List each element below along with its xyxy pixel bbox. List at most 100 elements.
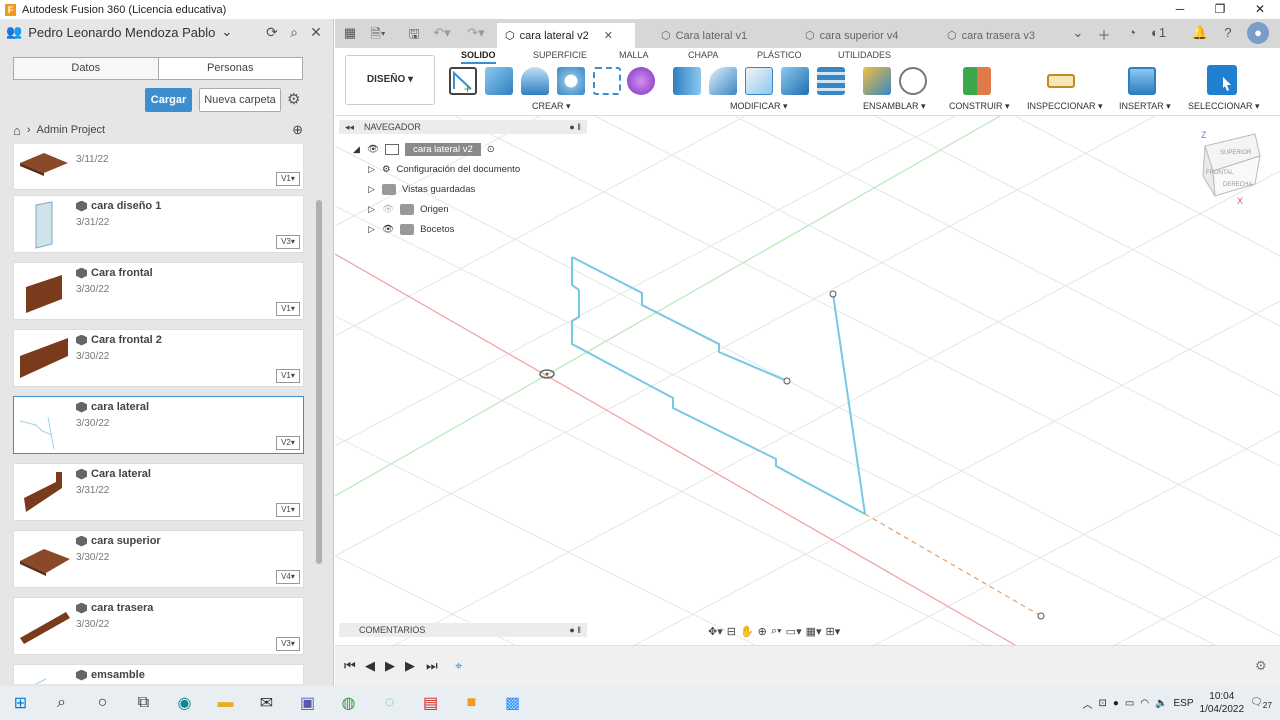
sketch-point[interactable] bbox=[829, 290, 837, 298]
offset-plane-icon[interactable] bbox=[963, 67, 991, 95]
tab-malla[interactable]: MALLA bbox=[619, 50, 649, 60]
maximize-icon[interactable]: ❐ bbox=[1200, 0, 1240, 19]
windows-start-icon[interactable]: ⊞ bbox=[0, 686, 41, 720]
zoom-app-icon[interactable]: ▩ bbox=[492, 686, 533, 720]
cortana-icon[interactable]: ○ bbox=[82, 686, 123, 720]
timeline-sketch-icon[interactable]: ⌖ bbox=[455, 658, 462, 674]
group-ensamblar[interactable]: ENSAMBLAR ▾ bbox=[863, 101, 926, 112]
file-item[interactable]: cara diseño 1 3/31/22 V3▾ bbox=[13, 195, 304, 253]
step-forward-icon[interactable]: ▶ bbox=[405, 658, 415, 674]
wifi-icon[interactable]: ◠ bbox=[1140, 698, 1149, 709]
tab-cara-trasera-v3[interactable]: ⬡ cara trasera v3 bbox=[939, 23, 1069, 48]
orbit-icon[interactable]: ✥▾ bbox=[708, 625, 723, 638]
save-icon[interactable]: 🖫 bbox=[403, 25, 425, 47]
job-status-icon[interactable]: ◐1 bbox=[1151, 25, 1166, 40]
version-badge[interactable]: V1▾ bbox=[276, 302, 300, 316]
extensions-icon[interactable]: ◔ bbox=[1121, 25, 1143, 40]
pattern-icon[interactable] bbox=[593, 67, 621, 95]
step-back-icon[interactable]: ◀ bbox=[365, 658, 375, 674]
battery-icon[interactable]: ▭ bbox=[1125, 698, 1134, 709]
pan-icon[interactable]: ✋ bbox=[740, 625, 754, 638]
expand-triangle-icon[interactable]: ▷ bbox=[368, 204, 376, 215]
file-list-scrollbar[interactable] bbox=[316, 200, 322, 564]
hole-icon[interactable] bbox=[557, 67, 585, 95]
minimize-icon[interactable]: ─ bbox=[1160, 0, 1200, 19]
close-panel-icon[interactable]: ✕ bbox=[305, 24, 327, 41]
refresh-icon[interactable]: ⟳ bbox=[261, 24, 283, 41]
tree-item-sketches[interactable]: ▷ 👁 Bocetos bbox=[368, 221, 454, 238]
zoom-window-icon[interactable]: ⌕▾ bbox=[771, 625, 782, 638]
file-item[interactable]: cara superior 3/30/22 V4▾ bbox=[13, 530, 304, 588]
redo-icon[interactable]: ↷▾ bbox=[465, 25, 487, 41]
eye-icon[interactable]: 👁 bbox=[367, 144, 379, 155]
expand-triangle-icon[interactable]: ▷ bbox=[368, 164, 376, 175]
app-grid-icon[interactable]: ▦ bbox=[339, 25, 361, 41]
network-status-icon[interactable]: ⊡ bbox=[1098, 698, 1106, 709]
display-settings-icon[interactable]: ▭▾ bbox=[786, 625, 802, 638]
version-badge[interactable]: V1▾ bbox=[276, 369, 300, 383]
file-item[interactable]: 3/11/22 V1▾ bbox=[13, 144, 304, 190]
upload-button[interactable]: Cargar bbox=[145, 88, 192, 112]
collapse-triangle-icon[interactable]: ◢ bbox=[353, 144, 361, 155]
new-tab-icon[interactable]: ＋ bbox=[1093, 25, 1115, 44]
version-badge[interactable]: V3▾ bbox=[276, 637, 300, 651]
tab-chapa[interactable]: CHAPA bbox=[688, 50, 718, 60]
file-item[interactable]: cara trasera 3/30/22 V3▾ bbox=[13, 597, 304, 655]
tree-item-settings[interactable]: ▷ ⚙ Configuración del documento bbox=[368, 161, 520, 178]
version-badge[interactable]: V2▾ bbox=[276, 436, 300, 450]
task-view-icon[interactable]: ⧉ bbox=[123, 686, 164, 720]
expand-triangle-icon[interactable]: ▷ bbox=[368, 224, 376, 235]
close-tab-icon[interactable]: ✕ bbox=[604, 29, 613, 42]
version-badge[interactable]: V1▾ bbox=[276, 503, 300, 517]
group-modificar[interactable]: MODIFICAR ▾ bbox=[730, 101, 788, 112]
sketch-point[interactable] bbox=[1037, 612, 1045, 620]
home-icon[interactable]: ⌂ bbox=[13, 123, 21, 138]
file-menu-icon[interactable]: 🗎▾ bbox=[367, 25, 389, 47]
expand-triangle-icon[interactable]: ▷ bbox=[368, 184, 376, 195]
version-badge[interactable]: V1▾ bbox=[276, 172, 300, 186]
create-form-icon[interactable] bbox=[627, 67, 655, 95]
group-crear[interactable]: CREAR ▾ bbox=[532, 101, 571, 112]
comments-pin-icon[interactable]: ● ‖ bbox=[569, 625, 581, 635]
tree-item-saved-views[interactable]: ▷ Vistas guardadas bbox=[368, 181, 475, 198]
measure-icon[interactable] bbox=[1047, 74, 1075, 88]
teams-icon[interactable]: ▣ bbox=[287, 686, 328, 720]
user-menu[interactable]: 👥 Pedro Leonardo Mendoza Pablo ⌄ bbox=[6, 24, 261, 40]
new-folder-button[interactable]: Nueva carpeta bbox=[199, 88, 281, 112]
select-icon[interactable] bbox=[1207, 65, 1237, 95]
new-component-icon[interactable] bbox=[863, 67, 891, 95]
whatsapp-icon[interactable]: ◌ bbox=[369, 686, 410, 720]
timeline-settings-icon[interactable]: ⚙ bbox=[1255, 658, 1267, 674]
file-item-selected[interactable]: cara lateral 3/30/22 V2▾ bbox=[13, 396, 304, 454]
tab-cara-lateral-v2[interactable]: ⬡ cara lateral v2 ✕ bbox=[497, 23, 635, 48]
version-badge[interactable]: V4▾ bbox=[276, 570, 300, 584]
eye-hidden-icon[interactable]: 👁 bbox=[382, 204, 394, 215]
file-explorer-icon[interactable]: ▬ bbox=[205, 686, 246, 720]
comments-bar[interactable]: COMENTARIOS ● ‖ bbox=[339, 623, 587, 637]
gear-icon[interactable]: ⚙ bbox=[287, 88, 303, 112]
taskbar-search-icon[interactable]: ⌕ bbox=[41, 686, 82, 720]
insert-image-icon[interactable] bbox=[1128, 67, 1156, 95]
go-to-start-icon[interactable]: ⏮ bbox=[344, 658, 356, 674]
look-at-icon[interactable]: ⊟ bbox=[727, 625, 736, 638]
language-indicator[interactable]: ESP bbox=[1174, 698, 1194, 709]
file-item[interactable]: emsamble bbox=[13, 664, 304, 684]
origin-icon[interactable] bbox=[539, 369, 555, 379]
fusion-taskbar-icon[interactable]: ■ bbox=[451, 686, 492, 720]
mail-icon[interactable]: ✉ bbox=[246, 686, 287, 720]
volume-icon[interactable]: 🔈 bbox=[1155, 698, 1167, 709]
file-item[interactable]: Cara frontal 3/30/22 V1▾ bbox=[13, 262, 304, 320]
close-icon[interactable]: ✕ bbox=[1240, 0, 1280, 19]
globe-icon[interactable]: ⊕ bbox=[292, 122, 303, 138]
zoom-icon[interactable]: ⊕ bbox=[758, 625, 767, 638]
group-construir[interactable]: CONSTRUIR ▾ bbox=[949, 101, 1010, 112]
chamfer-icon[interactable] bbox=[745, 67, 773, 95]
tab-utilidades[interactable]: UTILIDADES bbox=[838, 50, 891, 60]
group-seleccionar[interactable]: SELECCIONAR ▾ bbox=[1188, 101, 1260, 112]
combine-icon[interactable] bbox=[781, 67, 809, 95]
grid-settings-icon[interactable]: ▦▾ bbox=[806, 625, 822, 638]
tree-root[interactable]: ◢ 👁 cara lateral v2 ⊙ bbox=[353, 141, 495, 158]
bell-icon[interactable]: 🔔 bbox=[1189, 25, 1211, 41]
construction-line[interactable] bbox=[864, 513, 1042, 617]
file-item[interactable]: Cara lateral 3/31/22 V1▾ bbox=[13, 463, 304, 521]
